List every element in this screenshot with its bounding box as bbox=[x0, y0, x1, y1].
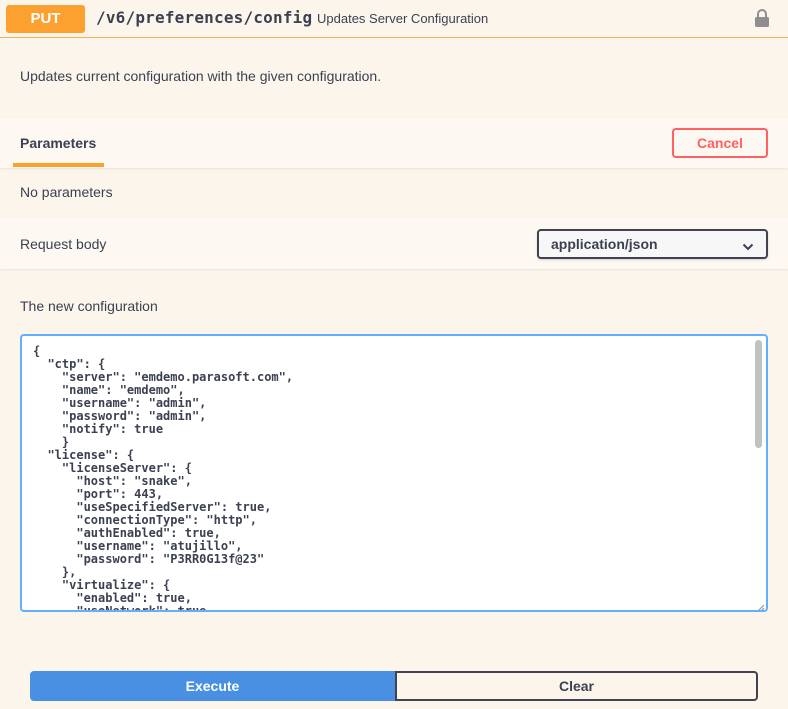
method-badge: PUT bbox=[6, 5, 85, 33]
clear-button[interactable]: Clear bbox=[395, 671, 758, 701]
lock-icon[interactable] bbox=[754, 8, 770, 28]
editor-scrollbar-thumb[interactable] bbox=[755, 340, 762, 448]
content-type-select[interactable]: application/json bbox=[537, 229, 768, 259]
chevron-down-icon bbox=[742, 239, 754, 251]
tab-active-indicator bbox=[13, 163, 104, 167]
endpoint-path: /v6/preferences/config bbox=[96, 8, 313, 27]
editor-scrollbar[interactable] bbox=[754, 338, 763, 600]
content-type-value: application/json bbox=[551, 236, 658, 252]
operation-summary-bar[interactable]: PUT /v6/preferences/config Updates Serve… bbox=[0, 0, 788, 38]
no-parameters-text: No parameters bbox=[20, 184, 113, 200]
cancel-button[interactable]: Cancel bbox=[672, 128, 768, 158]
request-body-header: Request body application/json bbox=[0, 218, 788, 269]
request-body-text[interactable]: { "ctp": { "server": "emdemo.parasoft.co… bbox=[33, 345, 293, 611]
config-field-label: The new configuration bbox=[20, 298, 158, 314]
operation-summary: Updates Server Configuration bbox=[317, 11, 489, 26]
request-body-label: Request body bbox=[20, 236, 107, 252]
tab-parameters[interactable]: Parameters bbox=[20, 135, 96, 151]
resize-handle-icon[interactable] bbox=[755, 599, 765, 610]
request-body-editor[interactable]: { "ctp": { "server": "emdemo.parasoft.co… bbox=[20, 334, 768, 612]
execute-button[interactable]: Execute bbox=[30, 671, 395, 701]
parameters-header: Parameters Cancel bbox=[0, 118, 788, 168]
operation-description: Updates current configuration with the g… bbox=[20, 68, 382, 84]
